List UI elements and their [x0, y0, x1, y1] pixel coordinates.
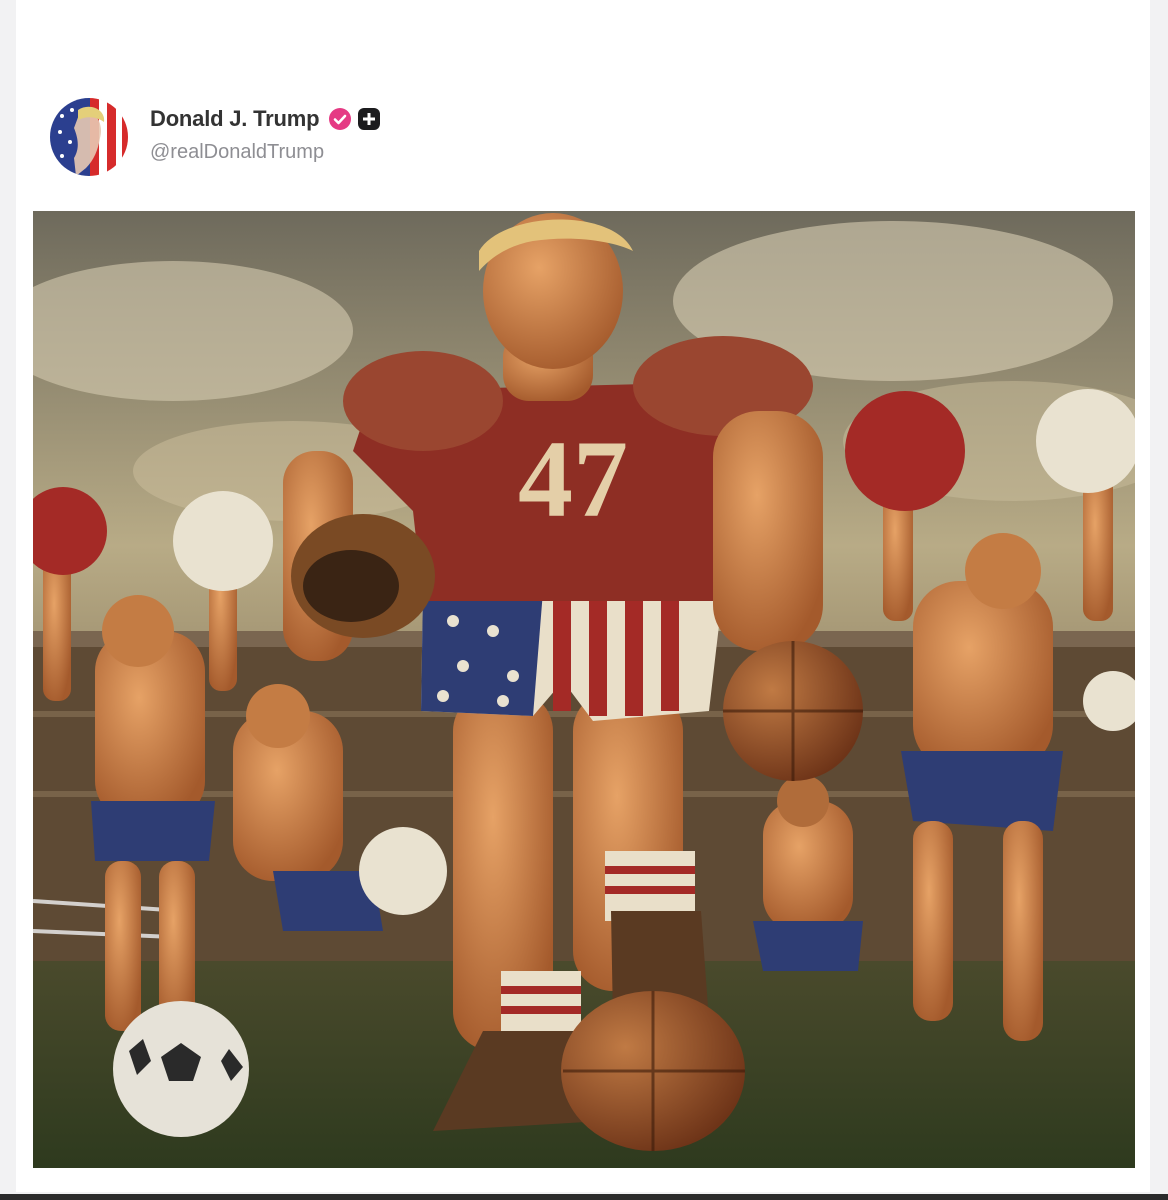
bottom-divider — [0, 1194, 1168, 1200]
verified-badge-icon — [328, 107, 352, 131]
author-display-name[interactable]: Donald J. Trump — [150, 106, 320, 132]
plus-square-icon — [357, 107, 381, 131]
post-image[interactable]: 47 — [33, 211, 1135, 1168]
author-name-row: Donald J. Trump — [150, 104, 381, 134]
post-header: Donald J. Trump @realDonaldTrump — [50, 98, 381, 178]
author-avatar[interactable] — [50, 98, 128, 176]
flag-portrait-icon — [50, 98, 128, 176]
jersey-number: 47 — [518, 418, 628, 540]
author-info: Donald J. Trump @realDonaldTrump — [150, 104, 381, 164]
painting-image: 47 — [33, 211, 1135, 1168]
author-handle[interactable]: @realDonaldTrump — [150, 141, 381, 164]
